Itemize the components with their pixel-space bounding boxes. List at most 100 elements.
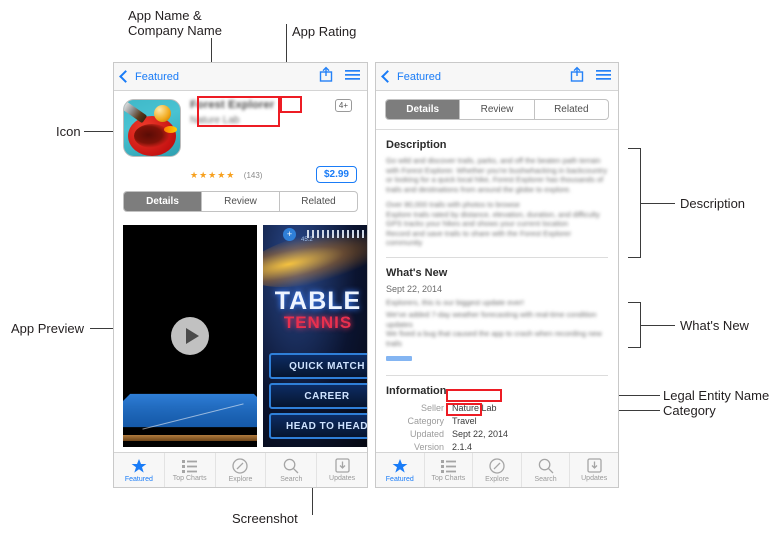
tabbar-item-top-charts-right[interactable]: Top Charts bbox=[423, 453, 473, 487]
table-shape bbox=[123, 393, 257, 428]
app-icon[interactable] bbox=[123, 99, 181, 157]
annotation-icon: Icon bbox=[56, 124, 81, 139]
divider bbox=[386, 256, 608, 258]
preview-carousel[interactable]: + 45:2 TABLE TENNIS QUICK MATCH CAREER H… bbox=[114, 216, 367, 447]
annotation-app-preview: App Preview bbox=[11, 321, 84, 336]
tabbar-label-explore: Explore bbox=[228, 475, 253, 483]
chevron-left-icon bbox=[119, 70, 132, 83]
list-icon bbox=[440, 459, 456, 473]
age-rating-badge: 4+ bbox=[334, 99, 352, 112]
info-row-category: Category Travel bbox=[386, 415, 608, 428]
leader-whats-new bbox=[641, 325, 675, 326]
annotation-app-name-company: App Name & Company Name bbox=[128, 8, 222, 38]
information-heading: Information bbox=[386, 385, 447, 397]
whats-new-more-link[interactable] bbox=[386, 356, 412, 361]
screenshot-logo-line1: TABLE bbox=[274, 287, 362, 315]
tabbar-item-featured[interactable]: Featured bbox=[114, 453, 164, 487]
app-header: Forest Explorer Nature Lab 4+ bbox=[114, 91, 367, 157]
description-bullet-0: Over 80,000 trails with photos to browse bbox=[386, 200, 520, 209]
tabbar-label-updates-right: Updates bbox=[581, 475, 608, 482]
paddle-handle-shape bbox=[124, 101, 148, 124]
screenshot-button-quick-match: QUICK MATCH bbox=[269, 353, 367, 379]
left-tabbar: Featured Top Charts Explore Search Updat… bbox=[114, 452, 367, 487]
tabbar-item-search-right[interactable]: Search bbox=[520, 453, 570, 487]
tabbar-item-explore[interactable]: Explore bbox=[214, 453, 266, 487]
rating-count: (143) bbox=[243, 171, 263, 180]
tabbar-label-search: Search bbox=[280, 475, 303, 483]
star-icon bbox=[131, 458, 147, 473]
price-button[interactable]: $2.99 bbox=[315, 165, 357, 183]
tabbar-item-top-charts[interactable]: Top Charts bbox=[163, 453, 215, 487]
tabbar-item-explore-right[interactable]: Explore bbox=[472, 453, 521, 487]
tabbar-item-updates[interactable]: Updates bbox=[316, 453, 367, 487]
whats-new-bullet-0: We've added 7-day weather forecasting wi… bbox=[386, 310, 597, 329]
tab-related-right[interactable]: Related bbox=[533, 100, 608, 119]
info-key-updated: Updated bbox=[409, 429, 444, 439]
annotation-whats-new: What's New bbox=[680, 318, 749, 333]
search-icon bbox=[538, 458, 554, 473]
right-segmented-control: Details Review Related bbox=[385, 99, 609, 120]
bracket-description bbox=[628, 148, 641, 258]
ball-shape bbox=[154, 105, 171, 122]
info-row-seller: Seller Nature Lab bbox=[386, 402, 608, 415]
app-company-name: Nature Lab bbox=[190, 115, 240, 126]
star-rating-icon: ★★★★★ bbox=[190, 170, 236, 180]
whats-new-bullet-1: We fixed a bug that caused the app to cr… bbox=[386, 329, 602, 348]
download-icon bbox=[334, 458, 350, 473]
annotation-legal-entity-name: Legal Entity Name bbox=[663, 388, 770, 403]
screenshot-button-career: CAREER bbox=[269, 383, 367, 409]
paddle-shape bbox=[128, 116, 176, 156]
rating-row: ★★★★★ (143) $2.99 bbox=[114, 157, 367, 183]
tabbar-label-search-right: Search bbox=[534, 475, 557, 483]
annotation-screenshot: Screenshot bbox=[232, 511, 298, 526]
tabbar-label-updates: Updates bbox=[329, 475, 356, 482]
leader-description bbox=[641, 203, 675, 204]
tabbar-label-top-charts-right: Top Charts bbox=[431, 474, 466, 482]
app-preview-video[interactable] bbox=[123, 225, 257, 447]
annotation-description: Description bbox=[680, 196, 746, 211]
download-icon bbox=[587, 458, 602, 473]
left-segmented-control: Details Review Related bbox=[123, 191, 358, 212]
info-key-category: Category bbox=[407, 416, 444, 426]
share-icon[interactable] bbox=[570, 66, 584, 87]
flame-shape bbox=[164, 126, 177, 133]
info-row-updated: Updated Sept 22, 2014 bbox=[386, 428, 608, 441]
chevron-left-icon bbox=[381, 70, 394, 83]
tabbar-item-featured-right[interactable]: Featured bbox=[376, 453, 424, 487]
tab-details-right[interactable]: Details bbox=[386, 100, 460, 119]
info-value-category: Travel bbox=[452, 416, 477, 426]
search-icon bbox=[284, 458, 299, 473]
hud-badge-icon: + bbox=[283, 228, 296, 241]
tabbar-label-top-charts: Top Charts bbox=[172, 474, 207, 482]
list-icon bbox=[182, 459, 198, 473]
tabbar-label-explore-right: Explore bbox=[485, 475, 509, 483]
play-button-icon[interactable] bbox=[171, 317, 209, 355]
share-icon[interactable] bbox=[319, 66, 333, 87]
left-navbar: Featured bbox=[114, 63, 367, 91]
app-name: Forest Explorer bbox=[190, 99, 275, 111]
tab-related[interactable]: Related bbox=[279, 192, 357, 211]
back-button-featured-right[interactable]: Featured bbox=[381, 70, 441, 83]
tabbar-label-featured-right: Featured bbox=[385, 475, 414, 483]
list-icon[interactable] bbox=[596, 68, 611, 86]
tab-review[interactable]: Review bbox=[201, 192, 279, 211]
info-key-seller: Seller bbox=[420, 403, 444, 413]
tab-details[interactable]: Details bbox=[124, 192, 201, 211]
tabbar-item-updates-right[interactable]: Updates bbox=[569, 453, 618, 487]
description-bullet-2: GPS tracks your hikes and shows your cur… bbox=[386, 219, 569, 228]
whats-new-date: Sept 22, 2014 bbox=[386, 283, 443, 294]
tab-review-right[interactable]: Review bbox=[459, 100, 533, 119]
table-edge-shape bbox=[123, 435, 257, 441]
back-button-label: Featured bbox=[135, 70, 180, 83]
right-phone-screen: Featured Details Review Related Descript… bbox=[375, 62, 619, 488]
rating-group: ★★★★★ (143) bbox=[190, 165, 262, 183]
app-screenshot[interactable]: + 45:2 TABLE TENNIS QUICK MATCH CAREER H… bbox=[263, 225, 367, 447]
screenshot-logo: TABLE TENNIS bbox=[263, 287, 367, 333]
list-icon[interactable] bbox=[345, 68, 360, 86]
back-button-featured[interactable]: Featured bbox=[119, 70, 180, 83]
description-body: Go wild and discover trails, parks, and … bbox=[386, 156, 608, 194]
description-heading: Description bbox=[386, 139, 447, 151]
whats-new-heading: What's New bbox=[386, 266, 448, 279]
bracket-whats-new bbox=[628, 302, 641, 348]
tabbar-item-search[interactable]: Search bbox=[265, 453, 316, 487]
